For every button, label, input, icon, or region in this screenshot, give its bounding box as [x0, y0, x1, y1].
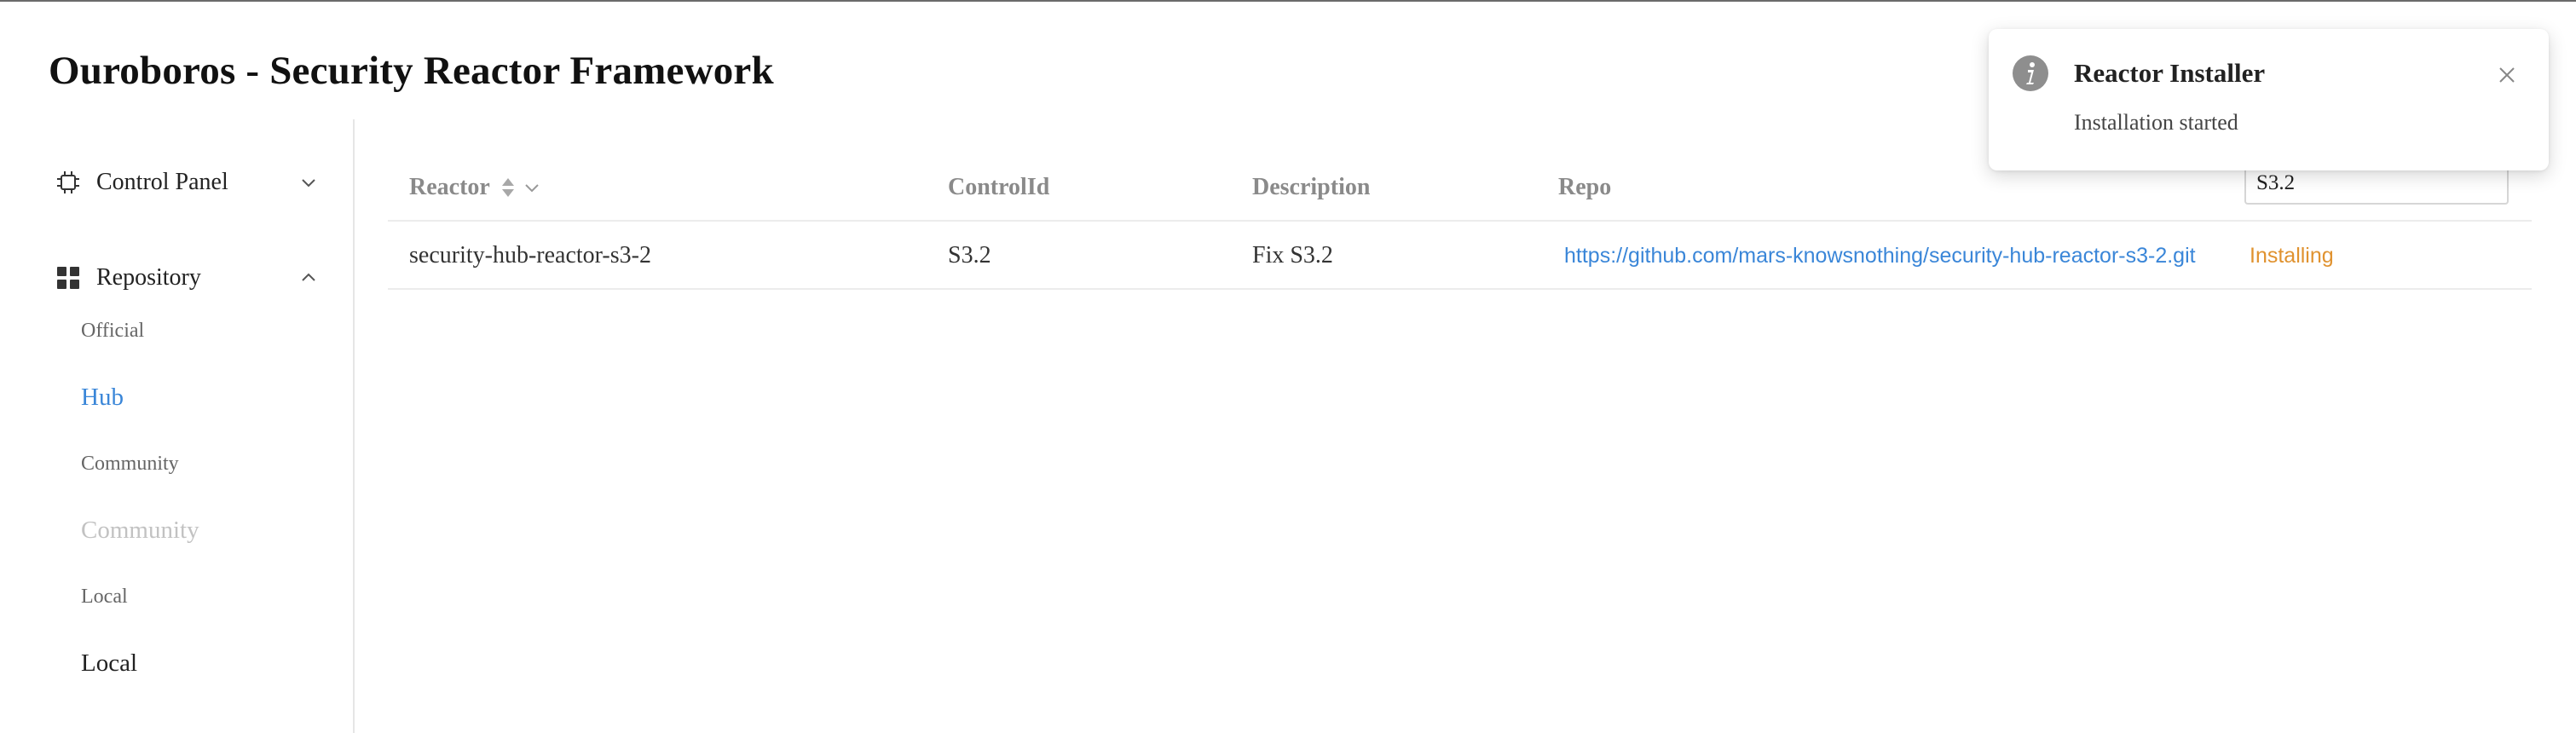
- sidebar-item-community-disabled: Community: [81, 516, 199, 544]
- app-title: Ouroboros - Security Reactor Framework: [49, 49, 774, 93]
- info-circle-icon: [2012, 55, 2049, 92]
- window-top-border: [0, 0, 2576, 2]
- cpu-chip-icon: [53, 167, 84, 198]
- grid-apps-icon: [53, 263, 84, 293]
- sidebar-item-official[interactable]: Official: [81, 305, 337, 356]
- cell-repo-link[interactable]: https://github.com/mars-knowsnothing/sec…: [1564, 222, 2196, 290]
- menu-control-panel-label: Control Panel: [96, 169, 228, 195]
- notification-message: Installation started: [2074, 110, 2238, 135]
- chevron-down-icon: [298, 172, 319, 193]
- chevron-up-icon: [298, 268, 319, 288]
- column-header-reactor[interactable]: Reactor: [409, 153, 541, 222]
- close-icon[interactable]: [2495, 63, 2519, 87]
- column-header-description: Description: [1252, 174, 1371, 200]
- cell-reactor: security-hub-reactor-s3-2: [409, 242, 651, 268]
- chevron-down-icon[interactable]: [523, 178, 541, 197]
- sidebar: Control Panel Repository Official Hub Co…: [0, 119, 355, 733]
- menu-repository-label: Repository: [96, 264, 201, 291]
- sidebar-item-community[interactable]: Community: [81, 438, 337, 489]
- notification-toast: Reactor Installer Installation started: [1989, 29, 2549, 170]
- reactor-table: Reactor ControlId Description Repo secur…: [388, 153, 2532, 290]
- sidebar-item-local[interactable]: Local: [81, 571, 337, 622]
- menu-repository[interactable]: Repository: [0, 244, 353, 312]
- status-badge: Installing: [2250, 243, 2334, 268]
- column-header-repo: Repo: [1558, 174, 1612, 200]
- sidebar-item-local-2[interactable]: Local: [81, 638, 337, 689]
- cell-description: Fix S3.2: [1252, 242, 1333, 268]
- sort-icon[interactable]: [500, 176, 516, 199]
- notification-title: Reactor Installer: [2074, 58, 2266, 88]
- sidebar-item-hub[interactable]: Hub: [81, 372, 337, 423]
- menu-control-panel[interactable]: Control Panel: [0, 148, 353, 216]
- cell-controlid: S3.2: [948, 242, 991, 268]
- table-row: security-hub-reactor-s3-2 S3.2 Fix S3.2 …: [388, 222, 2532, 290]
- column-header-reactor-label: Reactor: [409, 174, 490, 200]
- column-header-controlid: ControlId: [948, 174, 1050, 200]
